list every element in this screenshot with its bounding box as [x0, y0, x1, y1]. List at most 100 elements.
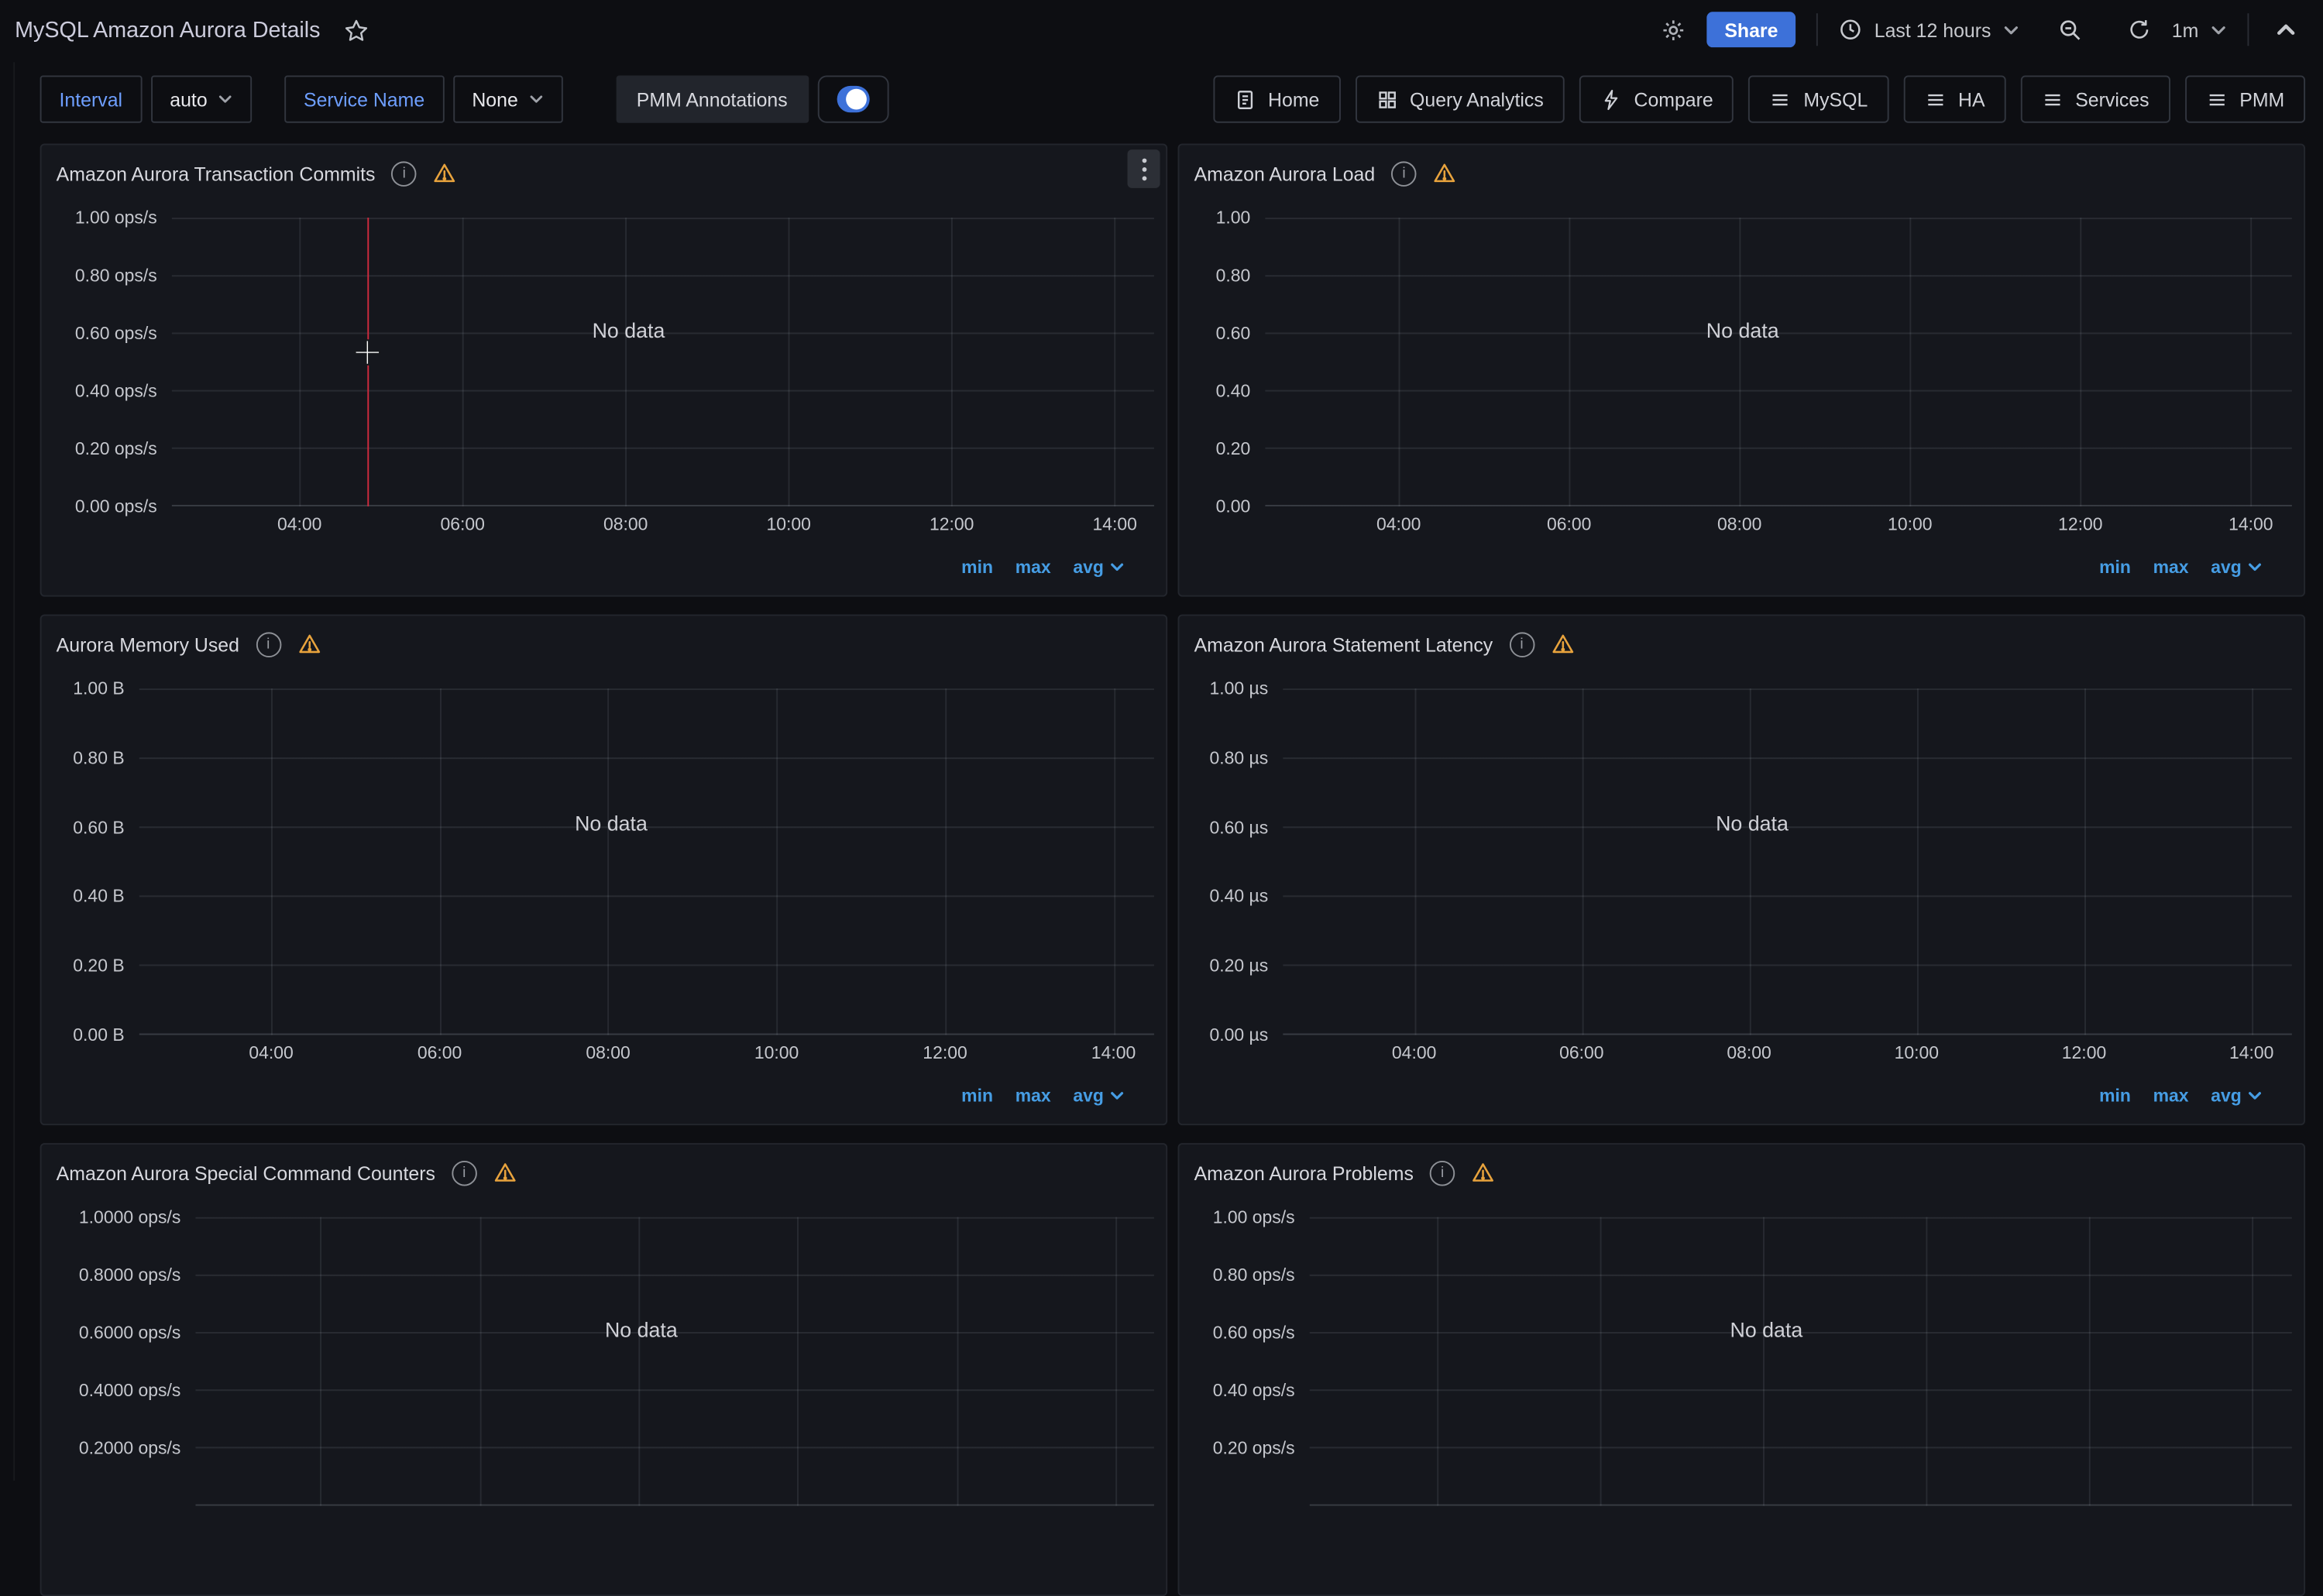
warning-icon[interactable]: [493, 1161, 517, 1185]
services-button[interactable]: Services: [2020, 76, 2170, 123]
panel-title[interactable]: Amazon Aurora Transaction Commits: [57, 162, 376, 184]
legend-max[interactable]: max: [2153, 1085, 2189, 1106]
y-axis: 1.000.80 0.600.40 0.200.00: [1191, 218, 1266, 506]
chart-plot-area[interactable]: No data: [1283, 688, 2292, 1035]
y-axis: 1.00 ops/s0.80 ops/s 0.60 ops/s0.40 ops/…: [1191, 1217, 1310, 1506]
chevron-down-icon: [218, 92, 232, 107]
info-icon[interactable]: i: [452, 1160, 477, 1186]
warning-icon[interactable]: [1551, 632, 1575, 656]
menu-icon: [1924, 88, 1947, 111]
chart-plot-area[interactable]: No data: [1310, 1217, 2292, 1506]
chart-plot-area[interactable]: No data: [139, 688, 1154, 1035]
dashboard-links: Home Query Analytics Compare MySQL: [1213, 76, 2305, 123]
panel-aurora-load: Amazon Aurora Load i 1.000.80 0.600.40 0…: [1178, 143, 2306, 596]
pmm-annotations-label: PMM Annotations: [616, 76, 808, 123]
page-title: MySQL Amazon Aurora Details: [15, 17, 320, 43]
y-axis: 1.00 B0.80 B 0.60 B0.40 B 0.20 B0.00 B: [53, 688, 139, 1035]
legend-max[interactable]: max: [2153, 557, 2189, 578]
legend-max[interactable]: max: [1015, 557, 1051, 578]
query-analytics-button[interactable]: Query Analytics: [1355, 76, 1564, 123]
interval-dropdown[interactable]: auto: [150, 76, 252, 123]
time-range-label: Last 12 hours: [1875, 19, 1991, 41]
legend-min[interactable]: min: [961, 1085, 993, 1106]
panel-aurora-memory-used: Aurora Memory Used i 1.00 B0.80 B 0.60 B…: [40, 614, 1168, 1125]
panel-menu-icon[interactable]: [1128, 149, 1160, 188]
chart-plot-area[interactable]: No data: [195, 1217, 1153, 1506]
service-name-dropdown[interactable]: None: [452, 76, 562, 123]
bolt-icon: [1600, 88, 1622, 111]
share-button[interactable]: Share: [1706, 12, 1796, 47]
home-button[interactable]: Home: [1213, 76, 1340, 123]
chevron-down-icon: [2247, 560, 2262, 575]
panel-title[interactable]: Amazon Aurora Load: [1194, 162, 1376, 184]
dashboard-toolbar: Interval auto Service Name None PMM Anno…: [40, 74, 2305, 125]
panel-legend: min max avg: [53, 551, 1154, 583]
x-axis: [195, 1506, 1153, 1533]
x-axis: 04:0006:00 08:0010:00 12:0014:00: [139, 1035, 1154, 1061]
settings-gear-icon[interactable]: [1655, 11, 1692, 48]
service-name-label: Service Name: [284, 76, 444, 123]
ha-button[interactable]: HA: [1903, 76, 2005, 123]
info-icon[interactable]: i: [256, 631, 281, 657]
no-data-label: No data: [605, 1317, 678, 1341]
chart-plot-area[interactable]: No data: [1265, 218, 2291, 506]
legend-avg[interactable]: avg: [2211, 557, 2262, 578]
refresh-interval-dropdown[interactable]: 1m: [2172, 19, 2227, 41]
interval-label: Interval: [40, 76, 142, 123]
panel-title[interactable]: Amazon Aurora Special Command Counters: [57, 1162, 435, 1184]
info-icon[interactable]: i: [1509, 631, 1534, 657]
zoom-out-icon[interactable]: [2052, 11, 2089, 48]
panel-aurora-special-command-counters: Amazon Aurora Special Command Counters i…: [40, 1143, 1168, 1596]
grid-icon: [1376, 88, 1398, 111]
pmm-button[interactable]: PMM: [2184, 76, 2305, 123]
refresh-interval-value: 1m: [2172, 19, 2199, 41]
legend-avg[interactable]: avg: [1073, 1085, 1124, 1106]
x-axis: [1310, 1506, 2292, 1533]
legend-min[interactable]: min: [961, 557, 993, 578]
collapse-up-icon[interactable]: [2270, 13, 2302, 46]
x-axis: 04:0006:00 08:0010:00 12:0014:00: [172, 506, 1154, 533]
info-icon[interactable]: i: [1391, 160, 1417, 186]
chevron-down-icon: [2211, 22, 2227, 38]
dashboard-edge: [13, 62, 15, 1481]
chevron-down-icon: [1110, 560, 1125, 575]
panel-legend: [53, 1550, 1154, 1583]
legend-min[interactable]: min: [2099, 557, 2131, 578]
menu-icon: [1769, 88, 1792, 111]
warning-icon[interactable]: [297, 632, 321, 656]
no-data-label: No data: [575, 812, 648, 836]
panel-aurora-problems: Amazon Aurora Problems i 1.00 ops/s0.80 …: [1178, 1143, 2306, 1596]
warning-icon[interactable]: [1471, 1161, 1495, 1185]
legend-max[interactable]: max: [1015, 1085, 1051, 1106]
refresh-icon[interactable]: [2122, 12, 2157, 47]
document-icon: [1234, 88, 1256, 111]
pmm-annotations-toggle[interactable]: [817, 76, 888, 123]
chevron-down-icon: [2003, 22, 2019, 38]
time-range-picker[interactable]: Last 12 hours: [1839, 18, 2019, 42]
no-data-label: No data: [1706, 317, 1779, 342]
panel-aurora-statement-latency: Amazon Aurora Statement Latency i 1.00 µ…: [1178, 614, 2306, 1125]
panel-legend: min max avg: [1191, 551, 2292, 583]
warning-icon[interactable]: [1433, 161, 1457, 185]
panel-title[interactable]: Aurora Memory Used: [57, 633, 239, 655]
info-icon[interactable]: i: [392, 160, 418, 186]
compare-button[interactable]: Compare: [1579, 76, 1734, 123]
info-icon[interactable]: i: [1430, 1160, 1455, 1186]
mysql-button[interactable]: MySQL: [1749, 76, 1888, 123]
chevron-down-icon: [528, 92, 543, 107]
clock-icon: [1839, 18, 1863, 42]
top-nav: MySQL Amazon Aurora Details Share Last 1…: [0, 0, 2323, 59]
panel-title[interactable]: Amazon Aurora Statement Latency: [1194, 633, 1493, 655]
warning-icon[interactable]: [433, 161, 457, 185]
y-axis: 1.0000 ops/s0.8000 ops/s 0.6000 ops/s0.4…: [53, 1217, 196, 1506]
menu-icon: [2041, 88, 2064, 111]
chart-plot-area[interactable]: No data: [172, 218, 1154, 506]
chevron-down-icon: [2247, 1088, 2262, 1103]
menu-icon: [2205, 88, 2228, 111]
favorite-star-icon[interactable]: [338, 11, 375, 48]
legend-min[interactable]: min: [2099, 1085, 2131, 1106]
legend-avg[interactable]: avg: [2211, 1085, 2262, 1106]
legend-avg[interactable]: avg: [1073, 557, 1124, 578]
y-axis: 1.00 µs0.80 µs 0.60 µs0.40 µs 0.20 µs0.0…: [1191, 688, 1283, 1035]
panel-title[interactable]: Amazon Aurora Problems: [1194, 1162, 1414, 1184]
